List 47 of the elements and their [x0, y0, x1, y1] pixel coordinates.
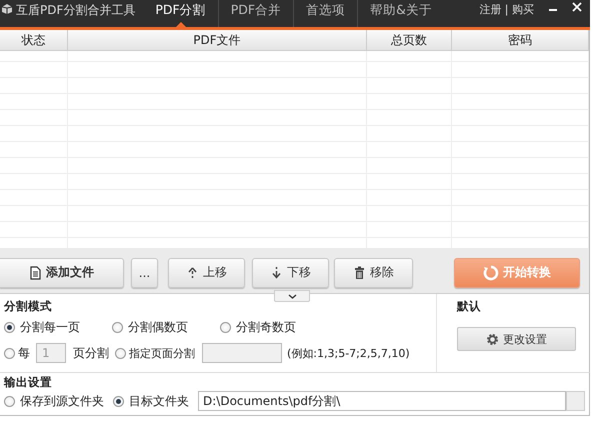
- close-icon[interactable]: [572, 2, 582, 12]
- up-button[interactable]: 上移: [168, 258, 245, 288]
- radio-button[interactable]: [4, 322, 15, 333]
- option-label[interactable]: 目标文件夹: [129, 392, 189, 410]
- example-hint: (例如:1,3;5-7;2,5,7,10): [287, 346, 410, 360]
- settings-button[interactable]: 更改设置: [457, 327, 576, 351]
- down-arrow-icon: [270, 266, 283, 280]
- tab[interactable]: 帮助&关于: [358, 0, 444, 27]
- option-label[interactable]: 分割偶数页: [128, 319, 188, 336]
- output-path-field[interactable]: D:\Documents\pdf分割\: [198, 391, 566, 411]
- radio-button[interactable]: [113, 396, 124, 406]
- down-button[interactable]: 下移: [252, 258, 329, 288]
- radio-button[interactable]: [220, 322, 231, 333]
- refresh-icon: [483, 264, 499, 280]
- tab[interactable]: PDF分割: [143, 0, 219, 27]
- more-button[interactable]: ...: [131, 258, 158, 288]
- option-label[interactable]: 指定页面分割: [129, 346, 195, 360]
- option-label[interactable]: 分割奇数页: [236, 319, 296, 336]
- window-title: 互盾PDF分割合并工具: [16, 2, 136, 19]
- option-label: 页分割: [73, 344, 109, 362]
- column-header[interactable]: 总页数: [367, 30, 452, 50]
- remove-button[interactable]: 移除: [334, 258, 413, 288]
- radio-button[interactable]: [112, 322, 123, 333]
- page-range-field[interactable]: [202, 343, 282, 363]
- column-header[interactable]: 密码: [452, 30, 589, 50]
- column-header[interactable]: 状态: [0, 30, 68, 50]
- settings-icon: [486, 332, 499, 346]
- radio-button[interactable]: [4, 396, 15, 406]
- option-label[interactable]: 保存到源文件夹: [20, 392, 104, 410]
- chevron-down-icon: [288, 294, 296, 298]
- section-title: 默认: [457, 299, 482, 314]
- trash-icon: [353, 266, 366, 280]
- browse-button[interactable]: [566, 391, 585, 411]
- section-title: 输出设置: [4, 375, 53, 390]
- section-title: 分割模式: [4, 299, 53, 314]
- radio-button[interactable]: [4, 348, 15, 358]
- document-icon: [29, 266, 42, 280]
- option-label[interactable]: 分割每一页: [20, 319, 80, 336]
- column-header[interactable]: PDF文件: [68, 30, 367, 50]
- collapse-button[interactable]: [274, 290, 310, 302]
- up-arrow-icon: [186, 266, 199, 280]
- option-label[interactable]: 每: [18, 344, 30, 362]
- add-button[interactable]: 添加文件: [0, 258, 124, 288]
- tab[interactable]: 首选项: [294, 0, 358, 27]
- radio-button[interactable]: [115, 348, 126, 358]
- account-links[interactable]: 注册 | 购买: [479, 2, 534, 17]
- tab[interactable]: PDF合并: [218, 0, 294, 27]
